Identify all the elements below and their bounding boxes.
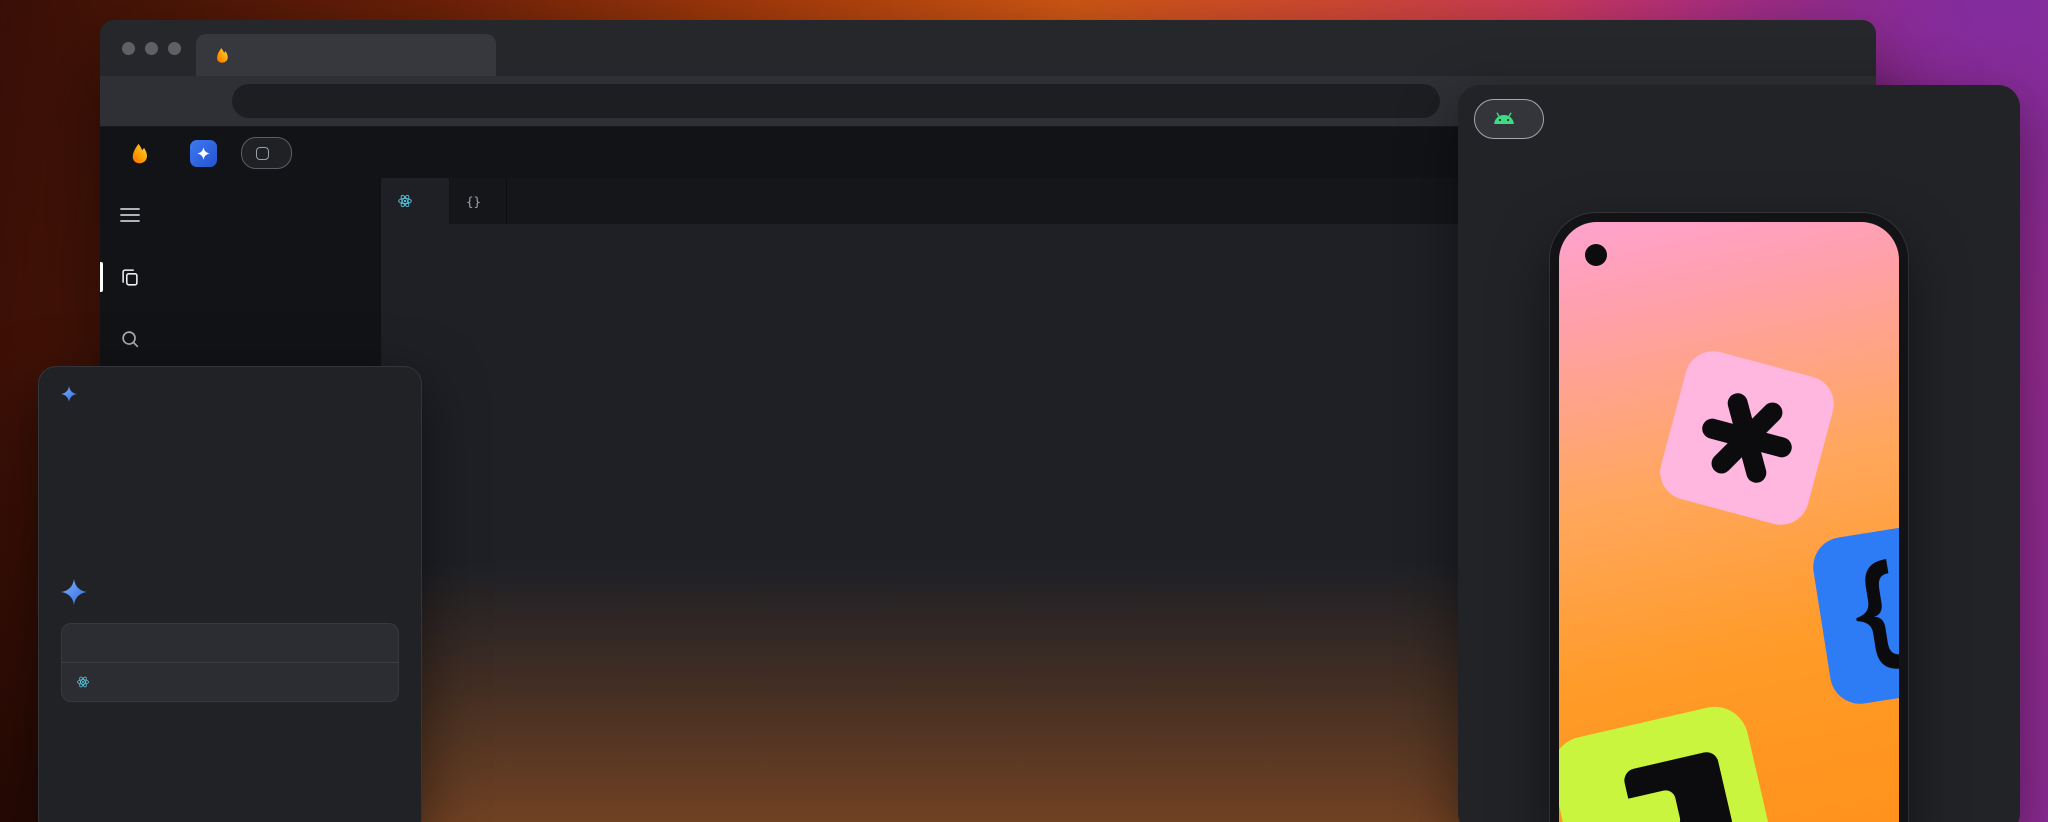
address-bar[interactable]	[232, 84, 1440, 118]
android-toggle[interactable]	[1474, 99, 1544, 139]
editor-tab-home-tsx[interactable]	[381, 178, 450, 224]
blue-tile	[1809, 516, 1899, 708]
menu-button[interactable]	[115, 200, 145, 230]
changed-file-row[interactable]	[62, 662, 398, 701]
background-gradient: {}	[0, 0, 2048, 822]
platform-toggle-group	[1458, 85, 2020, 139]
task-card	[61, 623, 399, 702]
browser-tabbar	[100, 20, 1876, 76]
explorer-root-folder[interactable]	[160, 208, 380, 238]
gemini-header	[61, 367, 399, 405]
task-card-header[interactable]	[62, 624, 398, 662]
curly-brace-shape	[1838, 552, 1899, 682]
react-icon	[76, 675, 90, 689]
bracket-shape	[1622, 750, 1737, 822]
project-icon	[190, 140, 217, 167]
android-icon	[1493, 112, 1515, 126]
firebase-favicon-icon	[212, 46, 230, 64]
hamburger-icon	[120, 208, 140, 222]
preview-panel	[1458, 85, 2020, 822]
user-avatar	[61, 525, 99, 563]
json-braces-icon: {}	[466, 194, 481, 209]
window-controls	[122, 42, 181, 55]
pink-tile	[1654, 345, 1840, 531]
spark-icon	[197, 147, 210, 160]
gemini-star-icon	[61, 579, 87, 605]
window-zoom-button[interactable]	[168, 42, 181, 55]
phone-mockup	[1550, 213, 1908, 822]
explorer-title	[160, 178, 380, 208]
assistant-message-row	[61, 579, 399, 605]
editor-tab-package-json[interactable]: {}	[450, 178, 507, 224]
camera-punch-hole	[1585, 244, 1607, 266]
firebase-logo-icon	[126, 141, 150, 165]
browser-tab[interactable]	[196, 34, 496, 76]
gemini-panel	[38, 366, 422, 822]
web-toggle[interactable]	[1560, 99, 1606, 139]
gemini-star-icon	[61, 386, 77, 402]
window-close-button[interactable]	[122, 42, 135, 55]
asterisk-shape	[1688, 379, 1806, 497]
copy-pages-icon	[119, 266, 141, 288]
user-message-row	[61, 525, 399, 563]
search-icon	[119, 328, 141, 350]
window-minimize-button[interactable]	[145, 42, 158, 55]
app-badge-icon	[256, 147, 269, 160]
green-tile	[1559, 700, 1785, 822]
search-button[interactable]	[115, 324, 145, 354]
explorer-button[interactable]	[115, 262, 145, 292]
project-id-badge[interactable]	[241, 137, 292, 169]
phone-screen[interactable]	[1559, 222, 1899, 822]
react-icon	[397, 193, 413, 209]
